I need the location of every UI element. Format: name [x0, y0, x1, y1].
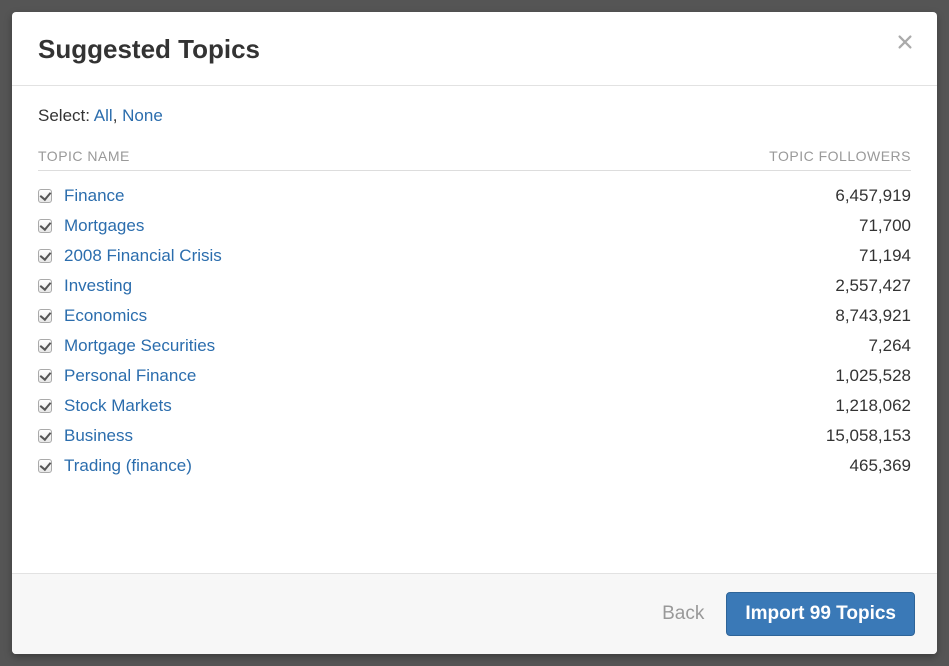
- column-header-name: TOPIC NAME: [38, 148, 130, 164]
- topic-name-link[interactable]: Business: [64, 426, 791, 446]
- topic-row: Economics8,743,921: [38, 301, 911, 331]
- topic-name-link[interactable]: Economics: [64, 306, 791, 326]
- table-header: TOPIC NAME TOPIC FOLLOWERS: [38, 148, 911, 171]
- topic-name-link[interactable]: Finance: [64, 186, 791, 206]
- select-none-link[interactable]: None: [122, 106, 163, 125]
- topic-name-link[interactable]: Personal Finance: [64, 366, 791, 386]
- topic-checkbox[interactable]: [38, 219, 52, 233]
- topic-row: Personal Finance1,025,528: [38, 361, 911, 391]
- topic-row: Investing2,557,427: [38, 271, 911, 301]
- topic-row: Finance6,457,919: [38, 181, 911, 211]
- topic-checkbox[interactable]: [38, 429, 52, 443]
- select-label: Select:: [38, 106, 90, 125]
- topic-name-link[interactable]: Mortgage Securities: [64, 336, 791, 356]
- topic-followers: 1,218,062: [791, 396, 911, 416]
- topic-followers: 2,557,427: [791, 276, 911, 296]
- modal-body: Select: All, None TOPIC NAME TOPIC FOLLO…: [12, 86, 937, 573]
- topic-name-link[interactable]: Mortgages: [64, 216, 791, 236]
- topic-list: Finance6,457,919Mortgages71,7002008 Fina…: [38, 181, 911, 481]
- back-button[interactable]: Back: [658, 597, 708, 631]
- topic-checkbox[interactable]: [38, 309, 52, 323]
- topic-row: Business15,058,153: [38, 421, 911, 451]
- topic-name-link[interactable]: Investing: [64, 276, 791, 296]
- topic-followers: 71,194: [791, 246, 911, 266]
- topic-followers: 8,743,921: [791, 306, 911, 326]
- topic-checkbox[interactable]: [38, 279, 52, 293]
- topic-checkbox[interactable]: [38, 189, 52, 203]
- modal-header: Suggested Topics: [12, 12, 937, 86]
- topic-row: Mortgages71,700: [38, 211, 911, 241]
- topic-row: Trading (finance)465,369: [38, 451, 911, 481]
- select-all-link[interactable]: All: [94, 106, 113, 125]
- select-separator: ,: [113, 106, 118, 125]
- select-row: Select: All, None: [38, 106, 911, 126]
- suggested-topics-modal: Suggested Topics Select: All, None TOPIC…: [12, 12, 937, 654]
- topic-row: 2008 Financial Crisis71,194: [38, 241, 911, 271]
- topic-name-link[interactable]: Trading (finance): [64, 456, 791, 476]
- topic-row: Mortgage Securities7,264: [38, 331, 911, 361]
- topic-followers: 7,264: [791, 336, 911, 356]
- topic-checkbox[interactable]: [38, 399, 52, 413]
- import-button[interactable]: Import 99 Topics: [726, 592, 915, 636]
- topic-followers: 465,369: [791, 456, 911, 476]
- topic-row: Stock Markets1,218,062: [38, 391, 911, 421]
- column-header-followers: TOPIC FOLLOWERS: [769, 148, 911, 164]
- topic-checkbox[interactable]: [38, 339, 52, 353]
- close-icon: [896, 33, 914, 51]
- topic-name-link[interactable]: 2008 Financial Crisis: [64, 246, 791, 266]
- modal-title: Suggested Topics: [38, 34, 911, 65]
- topic-checkbox[interactable]: [38, 459, 52, 473]
- close-button[interactable]: [893, 30, 917, 54]
- topic-followers: 15,058,153: [791, 426, 911, 446]
- topic-followers: 71,700: [791, 216, 911, 236]
- topic-checkbox[interactable]: [38, 369, 52, 383]
- topic-followers: 1,025,528: [791, 366, 911, 386]
- topic-followers: 6,457,919: [791, 186, 911, 206]
- modal-footer: Back Import 99 Topics: [12, 573, 937, 654]
- topic-checkbox[interactable]: [38, 249, 52, 263]
- topic-name-link[interactable]: Stock Markets: [64, 396, 791, 416]
